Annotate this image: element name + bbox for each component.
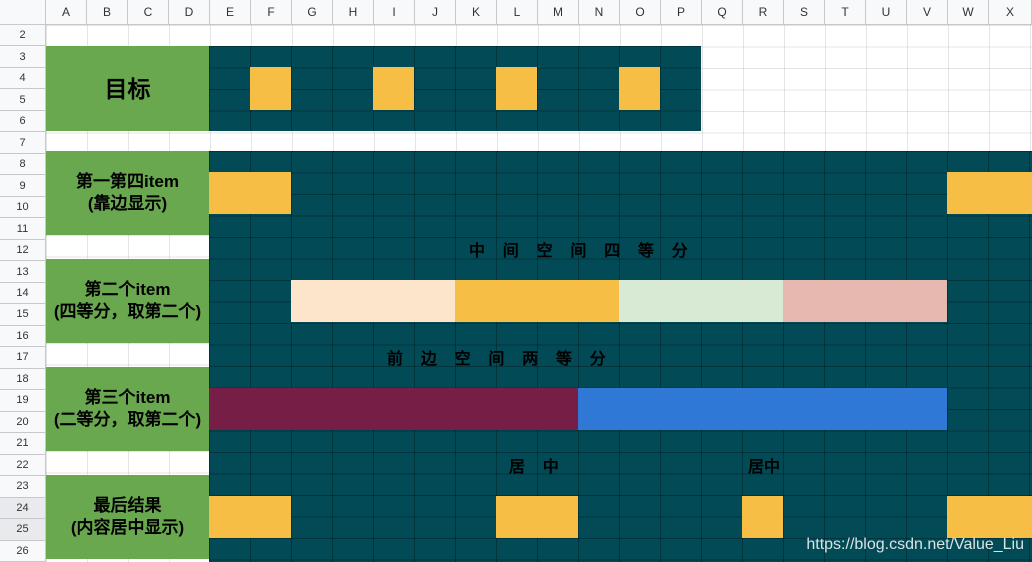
row-header-15[interactable]: 15 bbox=[0, 304, 46, 326]
target-label: 目标 bbox=[46, 46, 209, 131]
segment-maroon bbox=[209, 388, 578, 430]
column-header-g[interactable]: G bbox=[292, 0, 333, 25]
target-item-4 bbox=[619, 67, 660, 110]
column-header-c[interactable]: C bbox=[128, 0, 169, 25]
final-label: 最后结果 (内容居中显示) bbox=[46, 475, 209, 559]
final-line1: 最后结果 bbox=[93, 496, 162, 515]
second-line2: (四等分，取第二个) bbox=[53, 302, 202, 321]
row-header-20[interactable]: 20 bbox=[0, 411, 46, 434]
row-header-25[interactable]: 25 bbox=[0, 519, 46, 541]
blank-row-22 bbox=[46, 451, 209, 475]
row-header-24[interactable]: 24 bbox=[0, 497, 46, 520]
final-item-2 bbox=[496, 496, 578, 538]
column-header-u[interactable]: U bbox=[866, 0, 907, 25]
row-header-6[interactable]: 6 bbox=[0, 110, 46, 133]
final-item-1 bbox=[209, 496, 291, 538]
segment-blue bbox=[578, 388, 947, 430]
target-item-2 bbox=[373, 67, 414, 110]
row-header-4[interactable]: 4 bbox=[0, 67, 46, 90]
column-header-d[interactable]: D bbox=[169, 0, 210, 25]
row-header-14[interactable]: 14 bbox=[0, 282, 46, 305]
column-header-t[interactable]: T bbox=[825, 0, 866, 25]
column-header-i[interactable]: I bbox=[374, 0, 415, 25]
column-header-b[interactable]: B bbox=[87, 0, 128, 25]
first-fourth-line2: (靠边显示) bbox=[87, 194, 168, 213]
column-header-k[interactable]: K bbox=[456, 0, 497, 25]
column-header-o[interactable]: O bbox=[620, 0, 661, 25]
row-header-12[interactable]: 12 bbox=[0, 239, 46, 262]
column-header-q[interactable]: Q bbox=[702, 0, 743, 25]
row-header-17[interactable]: 17 bbox=[0, 347, 46, 369]
front-space-annotation: 前 边 空 间 两 等 分 bbox=[387, 351, 606, 368]
row-header-8[interactable]: 8 bbox=[0, 153, 46, 176]
segment-peach bbox=[291, 280, 455, 322]
target-item-3 bbox=[496, 67, 537, 110]
column-header-l[interactable]: L bbox=[497, 0, 538, 25]
segment-mint bbox=[619, 280, 783, 322]
column-header-j[interactable]: J bbox=[415, 0, 456, 25]
second-line1: 第二个item bbox=[84, 280, 171, 299]
second-label: 第二个item (四等分，取第二个) bbox=[46, 259, 209, 343]
center-annotation-b: 居中 bbox=[748, 459, 781, 476]
row-header-2[interactable]: 2 bbox=[0, 25, 46, 47]
row-header-7[interactable]: 7 bbox=[0, 132, 46, 154]
row-header-3[interactable]: 3 bbox=[0, 46, 46, 68]
third-line2: (二等分，取第二个) bbox=[53, 410, 202, 429]
row-header-23[interactable]: 23 bbox=[0, 476, 46, 498]
spreadsheet: ABCDEFGHIJKLMNOPQRSTUVWX 2 3 4 5 6 7 8 9 10 11 12 1… bbox=[0, 0, 1032, 562]
first-fourth-label: 第一第四item (靠边显示) bbox=[46, 151, 209, 235]
row-header-19[interactable]: 19 bbox=[0, 390, 46, 412]
row-header-16[interactable]: 16 bbox=[0, 325, 46, 348]
column-header-v[interactable]: V bbox=[907, 0, 948, 25]
column-header-s[interactable]: S bbox=[784, 0, 825, 25]
blank-row-17 bbox=[46, 343, 209, 367]
row-header-13[interactable]: 13 bbox=[0, 261, 46, 283]
row-header-9[interactable]: 9 bbox=[0, 175, 46, 197]
middle-space-annotation: 中 间 空 间 四 等 分 bbox=[469, 243, 688, 260]
column-header-f[interactable]: F bbox=[251, 0, 292, 25]
blank-row-12 bbox=[46, 235, 209, 259]
column-header-e[interactable]: E bbox=[210, 0, 251, 25]
target-item-1 bbox=[250, 67, 291, 110]
column-header-r[interactable]: R bbox=[743, 0, 784, 25]
first-item bbox=[209, 172, 291, 214]
column-header-m[interactable]: M bbox=[538, 0, 579, 25]
flex-container bbox=[209, 151, 1032, 562]
row-header-21[interactable]: 21 bbox=[0, 433, 46, 455]
row-header-5[interactable]: 5 bbox=[0, 89, 46, 111]
final-line2: (内容居中显示) bbox=[70, 518, 185, 537]
select-all-corner[interactable] bbox=[0, 0, 46, 25]
target-title: 目标 bbox=[104, 75, 151, 102]
row-header-18[interactable]: 18 bbox=[0, 368, 46, 391]
row-header-11[interactable]: 11 bbox=[0, 218, 46, 240]
column-header-w[interactable]: W bbox=[948, 0, 989, 25]
row-header-22[interactable]: 22 bbox=[0, 454, 46, 477]
row-header-26[interactable]: 26 bbox=[0, 540, 46, 562]
final-item-4 bbox=[947, 496, 1032, 538]
column-header-p[interactable]: P bbox=[661, 0, 702, 25]
column-header-x[interactable]: X bbox=[989, 0, 1032, 25]
first-fourth-line1: 第一第四item bbox=[76, 172, 179, 191]
segment-yellow bbox=[455, 280, 619, 322]
fourth-item bbox=[947, 172, 1032, 214]
final-item-3 bbox=[742, 496, 783, 538]
watermark: https://blog.csdn.net/Value_Liu bbox=[806, 536, 1024, 553]
segment-rose bbox=[783, 280, 947, 322]
column-header-a[interactable]: A bbox=[46, 0, 87, 25]
column-header-h[interactable]: H bbox=[333, 0, 374, 25]
third-label: 第三个item (二等分，取第二个) bbox=[46, 367, 209, 451]
center-annotation-a: 居 中 bbox=[509, 459, 559, 476]
third-line1: 第三个item bbox=[84, 388, 171, 407]
column-header-n[interactable]: N bbox=[579, 0, 620, 25]
row-header-10[interactable]: 10 bbox=[0, 196, 46, 219]
